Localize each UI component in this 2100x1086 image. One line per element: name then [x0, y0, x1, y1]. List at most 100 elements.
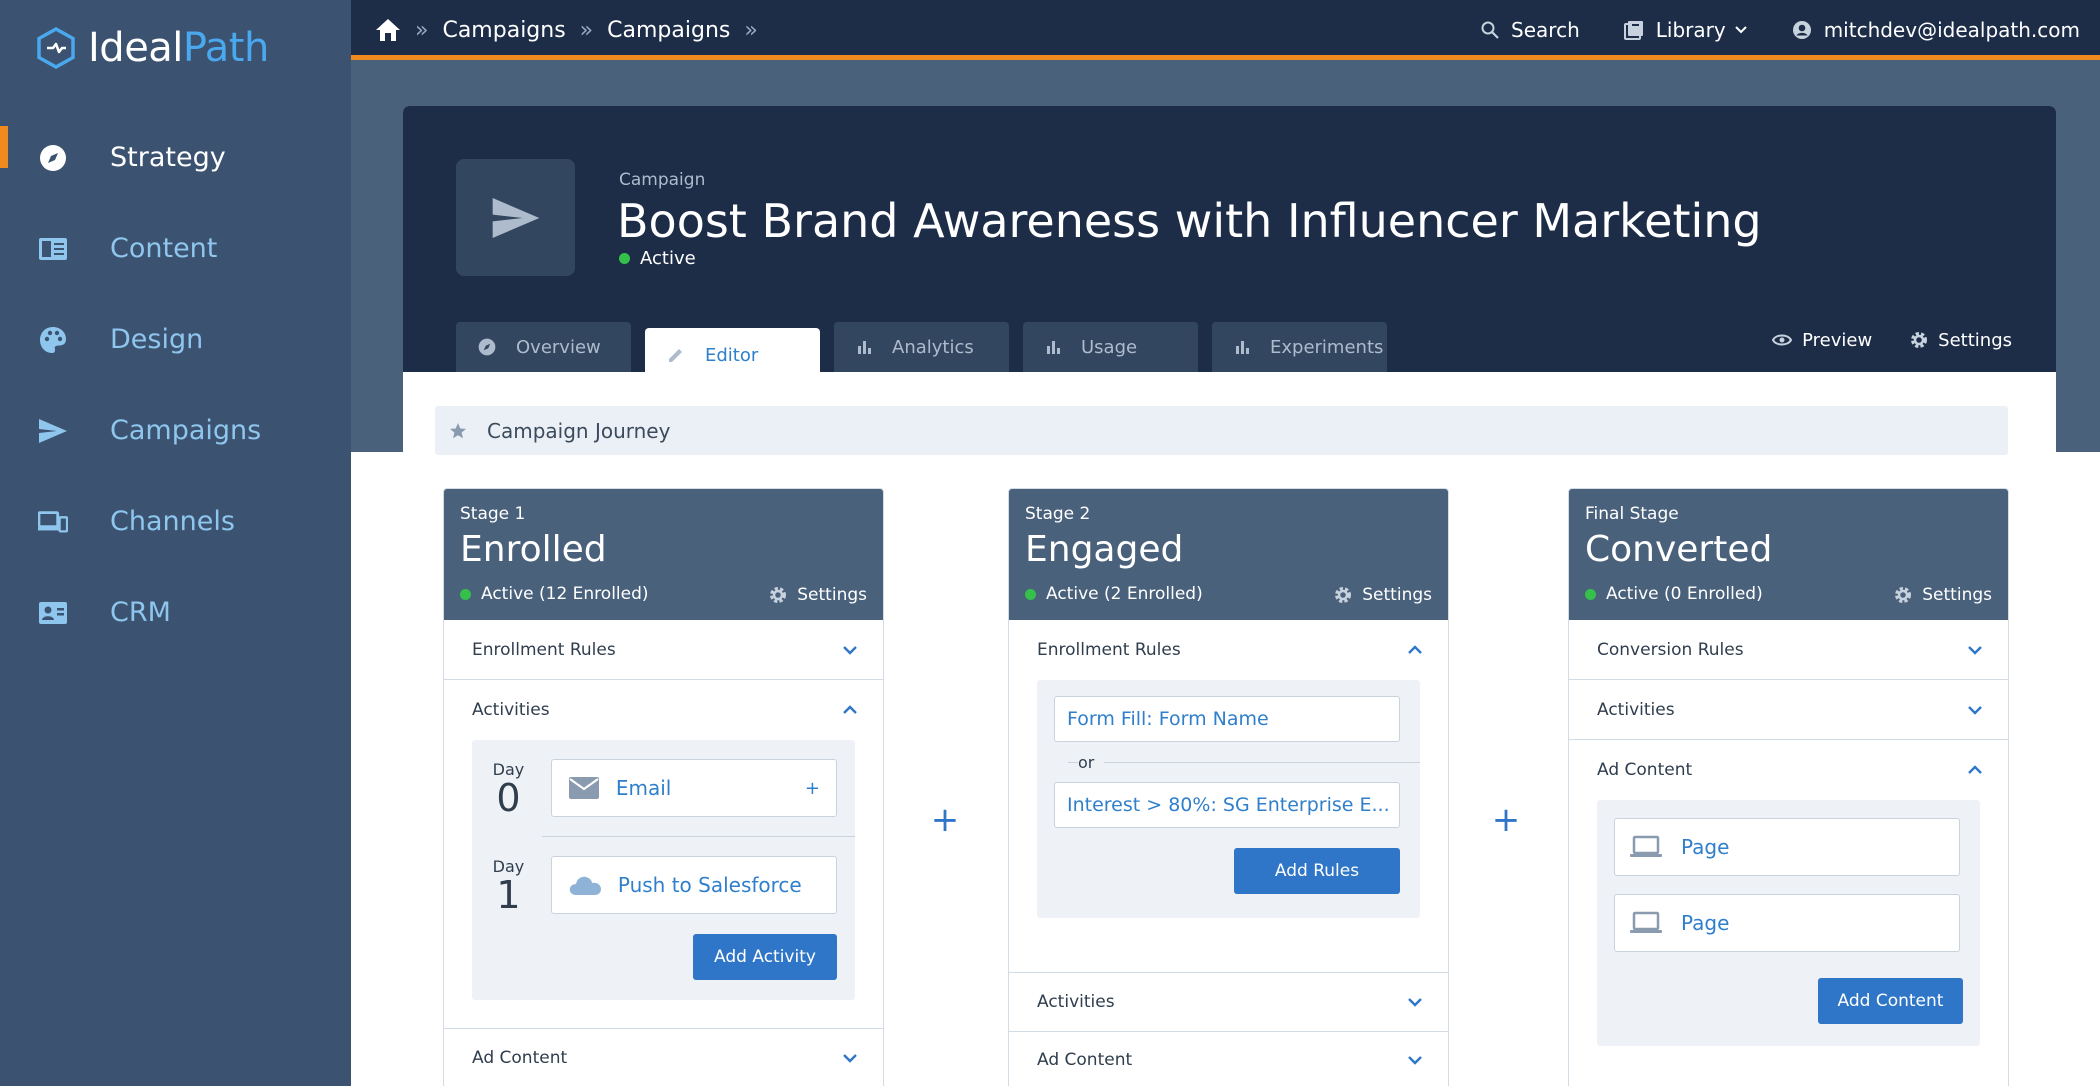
enrollment-rules-section[interactable]: Enrollment Rules — [444, 620, 883, 680]
activity-email[interactable]: Email + — [550, 759, 837, 817]
search-button[interactable]: Search — [1481, 18, 1580, 42]
tab-analytics[interactable]: Analytics — [834, 322, 1009, 372]
gear-icon — [1335, 587, 1352, 603]
top-right-actions: Search Library mitchdev@idealpath.com — [1437, 0, 2080, 60]
activities-section[interactable]: Activities — [444, 680, 883, 740]
sidebar-item-channels[interactable]: Channels — [0, 476, 351, 567]
settings-button[interactable]: Settings — [1910, 330, 2012, 351]
rule-form-fill[interactable]: Form Fill: Form Name — [1054, 696, 1400, 742]
stage-status-text: Active (2 Enrolled) — [1046, 584, 1203, 604]
campaign-avatar — [456, 159, 575, 276]
sidebar-item-label: Channels — [110, 506, 235, 537]
or-line — [1068, 762, 1420, 763]
sidebar-item-crm[interactable]: CRM — [0, 567, 351, 658]
sidebar-item-content[interactable]: Content — [0, 203, 351, 294]
contact-card-icon — [38, 598, 68, 628]
bar-chart-icon — [1236, 341, 1249, 354]
stage-settings-label: Settings — [797, 585, 867, 605]
journey-label: Campaign Journey — [487, 418, 671, 443]
status-badge: Active — [619, 248, 696, 269]
cloud-icon — [569, 876, 601, 895]
ad-content-section[interactable]: Ad Content — [1569, 740, 2008, 800]
activities-panel: Day 0 Email + Day 1 Push to Salesforce Add… — [472, 740, 855, 1000]
gear-icon — [1895, 587, 1912, 603]
preview-button[interactable]: Preview — [1772, 330, 1872, 351]
send-icon — [492, 197, 539, 238]
home-icon[interactable] — [375, 18, 401, 42]
sidebar-item-design[interactable]: Design — [0, 294, 351, 385]
conversion-rules-section[interactable]: Conversion Rules — [1569, 620, 2008, 680]
tab-overview[interactable]: Overview — [456, 322, 631, 372]
tab-label: Overview — [516, 336, 601, 358]
breadcrumb-item-campaigns[interactable]: Campaigns — [442, 18, 565, 43]
search-icon — [1481, 21, 1499, 39]
sidebar: IdealPath Strategy Content Design Campai… — [0, 0, 351, 1086]
chevron-down-icon — [1734, 26, 1747, 34]
add-stage-button[interactable]: + — [1486, 800, 1526, 840]
section-label: Ad Content — [1597, 760, 1693, 780]
stage-status: Active (12 Enrolled) — [460, 584, 649, 604]
stage-header: Final Stage Converted Active (0 Enrolled… — [1569, 489, 2008, 620]
breadcrumb-item-campaigns-2[interactable]: Campaigns — [607, 18, 730, 43]
user-menu[interactable]: mitchdev@idealpath.com — [1792, 18, 2080, 42]
stage-kicker: Final Stage — [1585, 504, 1679, 524]
email-icon — [568, 777, 599, 799]
page-title: Boost Brand Awareness with Influencer Ma… — [617, 194, 1762, 248]
breadcrumb-separator: » — [579, 17, 594, 43]
stage-header: Stage 1 Enrolled Active (12 Enrolled) Se… — [444, 489, 883, 620]
day-number: 0 — [496, 775, 521, 820]
sidebar-item-label: Design — [110, 324, 204, 355]
tab-label: Editor — [705, 344, 759, 366]
compass-icon — [38, 143, 68, 173]
activities-section[interactable]: Activities — [1009, 972, 1448, 1032]
user-email: mitchdev@idealpath.com — [1823, 18, 2080, 42]
tab-label: Analytics — [892, 336, 974, 358]
add-content-button[interactable]: Add Content — [1818, 978, 1963, 1024]
stage-settings-button[interactable]: Settings — [1894, 585, 1992, 605]
tab-usage[interactable]: Usage — [1023, 322, 1198, 372]
rule-interest[interactable]: Interest > 80%: SG Enterprise E... — [1054, 782, 1400, 828]
preview-label: Preview — [1802, 329, 1873, 351]
sidebar-item-campaigns[interactable]: Campaigns — [0, 385, 351, 476]
stage-card-enrolled: Stage 1 Enrolled Active (12 Enrolled) Se… — [443, 488, 884, 1086]
activity-push-to-salesforce[interactable]: Push to Salesforce — [550, 856, 837, 914]
breadcrumb-separator: » — [744, 17, 758, 43]
gear-icon — [770, 587, 787, 603]
stage-title: Enrolled — [460, 529, 607, 570]
enrollment-rules-section[interactable]: Enrollment Rules — [1009, 620, 1448, 680]
sidebar-item-strategy[interactable]: Strategy — [0, 112, 351, 203]
tab-label: Usage — [1081, 336, 1138, 358]
section-label: Conversion Rules — [1597, 639, 1744, 660]
ad-content-section[interactable]: Ad Content — [444, 1028, 883, 1086]
library-dropdown[interactable]: Library — [1623, 18, 1748, 42]
stage-settings-button[interactable]: Settings — [1334, 585, 1432, 605]
star-icon — [450, 422, 466, 438]
tab-experiments[interactable]: Experiments — [1212, 322, 1387, 372]
content-page-item[interactable]: Page — [1614, 818, 1960, 876]
ad-content-panel: Page Page Add Content — [1597, 800, 1980, 1046]
activity-row: Day 0 Email + — [472, 740, 855, 836]
add-sub-activity-button[interactable]: + — [805, 778, 820, 799]
stage-settings-button[interactable]: Settings — [769, 585, 867, 605]
ad-content-section[interactable]: Ad Content — [1009, 1032, 1448, 1086]
stage-status-text: Active (0 Enrolled) — [1606, 584, 1763, 604]
tab-bar: Overview Editor Analytics Usage Experime… — [456, 322, 1401, 382]
content-name: Page — [1681, 835, 1730, 859]
stage-status-text: Active (12 Enrolled) — [481, 584, 649, 604]
activities-section[interactable]: Activities — [1569, 680, 2008, 740]
laptop-icon — [1630, 911, 1662, 933]
section-label: Ad Content — [472, 1048, 568, 1068]
stage-settings-label: Settings — [1362, 585, 1432, 605]
library-icon — [1623, 21, 1643, 40]
tab-editor[interactable]: Editor — [645, 328, 820, 382]
content-page-item[interactable]: Page — [1614, 894, 1960, 952]
chevron-down-icon — [1408, 998, 1422, 1007]
add-activity-button[interactable]: Add Activity — [693, 934, 837, 980]
add-rules-button[interactable]: Add Rules — [1234, 848, 1400, 894]
sidebar-item-label: CRM — [110, 597, 171, 628]
stage-title: Engaged — [1025, 529, 1184, 570]
add-stage-button[interactable]: + — [925, 800, 965, 840]
status-dot — [1025, 588, 1036, 600]
logo[interactable]: IdealPath — [34, 25, 269, 71]
sidebar-item-label: Strategy — [110, 142, 226, 173]
